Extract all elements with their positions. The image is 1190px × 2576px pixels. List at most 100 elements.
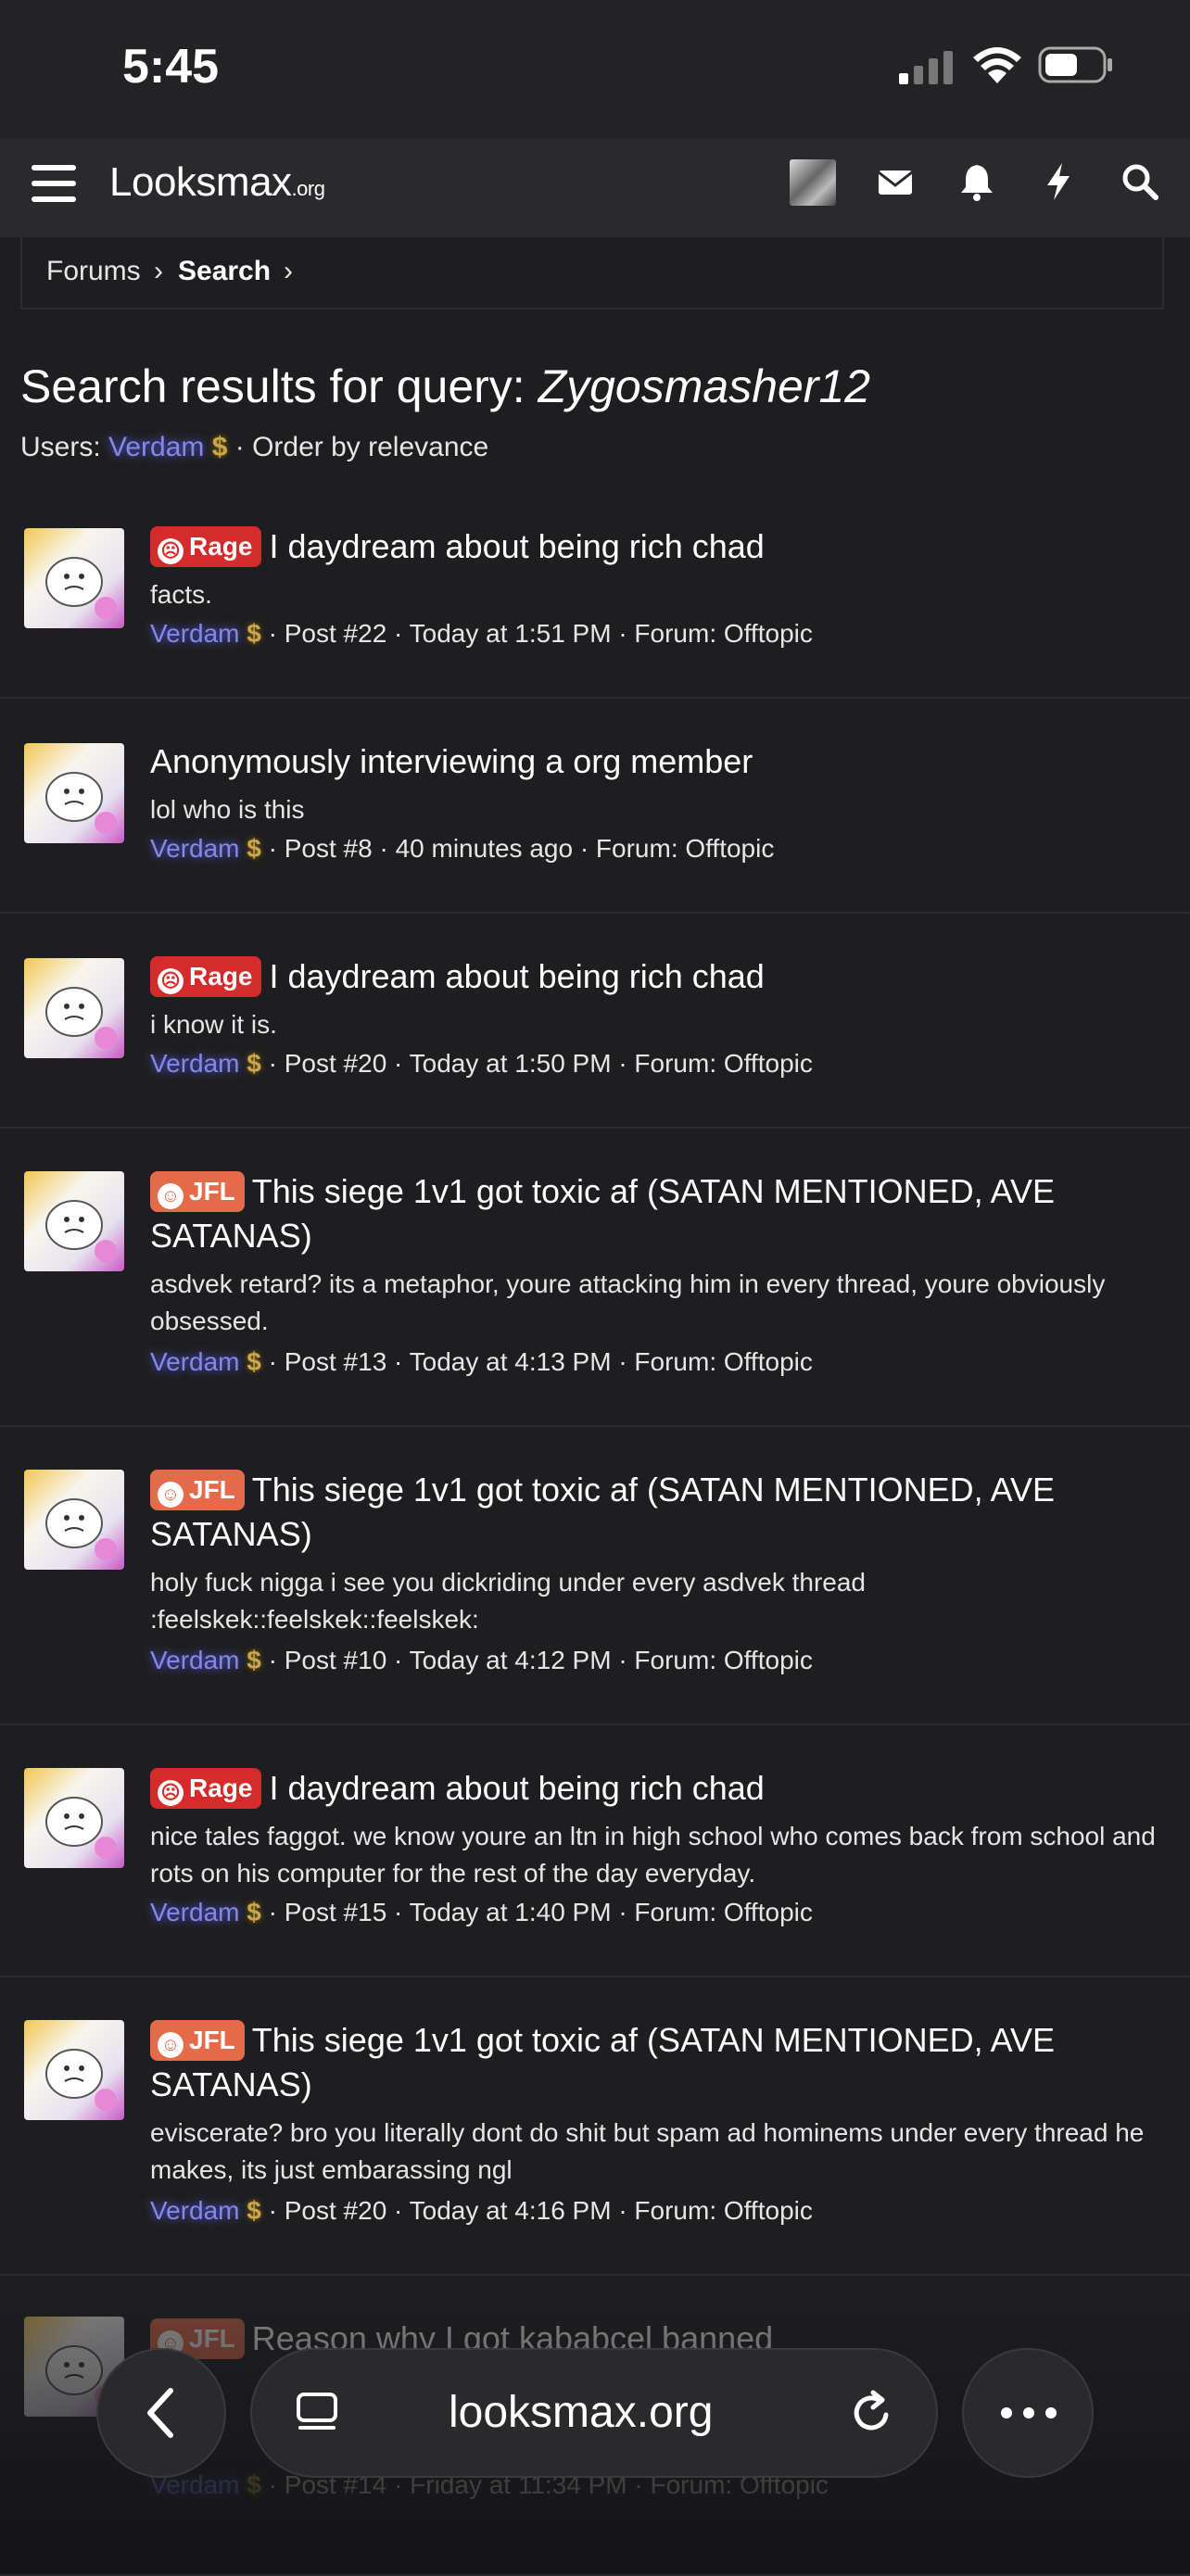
thread-prefix-label: Rage xyxy=(189,532,253,561)
laughing-face-icon: ☺ xyxy=(158,1183,184,1209)
dollar-icon: $ xyxy=(239,1898,261,1926)
result-snippet: i know it is. xyxy=(150,1010,277,1039)
result-title-text: Anonymously interviewing a org member xyxy=(150,742,753,780)
order-label[interactable]: · Order by relevance xyxy=(227,432,488,462)
result-title-text: I daydream about being rich chad xyxy=(269,957,765,995)
result-meta-text: · Post #13 · Today at 4:13 PM · Forum: O… xyxy=(260,1347,813,1376)
bell-icon[interactable] xyxy=(955,159,999,204)
user-avatar[interactable] xyxy=(790,159,836,206)
result-snippet: nice tales faggot. we know youre an ltn … xyxy=(150,1822,1156,1888)
site-logo[interactable]: Looksmax.org xyxy=(109,159,325,206)
search-filters: Users: Verdam $ · Order by relevance xyxy=(20,432,488,463)
dollar-icon: $ xyxy=(239,619,261,648)
thread-prefix-badge[interactable]: ☹ Rage xyxy=(150,1768,262,1809)
result-meta-text: · Post #8 · 40 minutes ago · Forum: Offt… xyxy=(260,834,775,863)
result-snippet: facts. xyxy=(150,580,212,609)
result-avatar[interactable] xyxy=(24,958,124,1058)
result-snippet: asdvek retard? its a metaphor, youre att… xyxy=(150,1269,1106,1335)
result-meta: Verdam $ · Post #10 · Today at 4:12 PM ·… xyxy=(150,1646,1170,1675)
result-username[interactable]: Verdam xyxy=(150,1049,240,1078)
cellular-signal-icon xyxy=(899,51,953,84)
breadcrumb-search[interactable]: Search xyxy=(178,256,271,287)
result-meta-text: · Post #15 · Today at 1:40 PM · Forum: O… xyxy=(260,1898,813,1926)
result-meta: Verdam $ · Post #20 · Today at 1:50 PM ·… xyxy=(150,1049,1170,1079)
thread-prefix-label: Rage xyxy=(189,962,253,991)
result-title[interactable]: ☺ JFL This siege 1v1 got toxic af (SATAN M… xyxy=(150,1468,1170,1557)
result-meta: Verdam $ · Post #13 · Today at 4:13 PM ·… xyxy=(150,1347,1170,1377)
result-avatar[interactable] xyxy=(24,528,124,628)
breadcrumb-forums[interactable]: Forums xyxy=(46,256,141,287)
dollar-icon: $ xyxy=(239,2196,261,2225)
result-meta-text: · Post #20 · Today at 4:16 PM · Forum: O… xyxy=(260,2196,813,2225)
result-meta-text: · Post #20 · Today at 1:50 PM · Forum: O… xyxy=(260,1049,813,1078)
chevron-right-icon: › xyxy=(284,256,293,286)
result-avatar[interactable] xyxy=(24,2020,124,2120)
result-title-text: I daydream about being rich chad xyxy=(269,527,765,565)
dollar-icon: $ xyxy=(239,834,261,863)
result-avatar[interactable] xyxy=(24,1470,124,1570)
result-avatar[interactable] xyxy=(24,1171,124,1271)
result-meta-text: · Post #22 · Today at 1:51 PM · Forum: O… xyxy=(260,619,813,648)
result-username[interactable]: Verdam xyxy=(150,2196,240,2225)
dollar-icon: $ xyxy=(211,432,228,462)
laughing-face-icon: ☺ xyxy=(158,1482,184,1508)
result-title[interactable]: ☺ JFL This siege 1v1 got toxic af (SATAN M… xyxy=(150,1169,1170,1258)
page-title: Search results for query: Zygosmasher12 xyxy=(20,360,870,413)
result-title[interactable]: ☺ JFL This siege 1v1 got toxic af (SATAN M… xyxy=(150,2018,1170,2107)
result-username[interactable]: Verdam xyxy=(150,834,240,863)
search-query: Zygosmasher12 xyxy=(538,360,871,412)
back-button[interactable] xyxy=(96,2348,226,2478)
result-snippet: eviscerate? bro you literally dont do sh… xyxy=(150,2118,1145,2184)
result-username[interactable]: Verdam xyxy=(150,619,240,648)
result-meta: Verdam $ · Post #15 · Today at 1:40 PM ·… xyxy=(150,1898,1170,1927)
mail-icon[interactable] xyxy=(873,159,918,204)
thread-prefix-label: JFL xyxy=(189,1177,235,1206)
logo-tld: .org xyxy=(291,177,325,200)
thread-prefix-badge[interactable]: ☺JFL xyxy=(150,1470,245,1510)
result-snippet: lol who is this xyxy=(150,795,305,824)
angry-face-icon: ☹ xyxy=(158,968,184,994)
result-username[interactable]: Verdam xyxy=(150,1898,240,1926)
url-text[interactable]: looksmax.org xyxy=(449,2387,713,2438)
status-bar: 5:45 xyxy=(0,0,1190,139)
result-title[interactable]: Anonymously interviewing a org member xyxy=(150,739,1170,784)
result-title[interactable]: ☹ Rage I daydream about being rich chad xyxy=(150,954,1170,999)
hamburger-menu-icon[interactable] xyxy=(32,163,76,204)
result-meta: Verdam $ · Post #20 · Today at 4:16 PM ·… xyxy=(150,2196,1170,2226)
chevron-right-icon: › xyxy=(154,256,163,286)
result-meta: Verdam $ · Post #22 · Today at 1:51 PM ·… xyxy=(150,619,1170,649)
tabs-icon[interactable] xyxy=(293,2389,341,2437)
thread-prefix-badge[interactable]: ☹ Rage xyxy=(150,526,262,567)
more-options-button[interactable] xyxy=(962,2348,1094,2478)
back-arrow-icon xyxy=(147,2388,173,2438)
result-username[interactable]: Verdam xyxy=(150,1646,240,1674)
thread-prefix-badge[interactable]: ☹ Rage xyxy=(150,956,262,997)
thread-prefix-badge[interactable]: ☺JFL xyxy=(150,1171,245,1212)
laughing-face-icon: ☺ xyxy=(158,2032,184,2058)
status-time: 5:45 xyxy=(122,40,220,94)
result-username[interactable]: Verdam xyxy=(150,1347,240,1376)
wifi-icon xyxy=(973,47,1021,83)
angry-face-icon: ☹ xyxy=(158,1780,184,1806)
result-avatar[interactable] xyxy=(24,1768,124,1868)
result-title[interactable]: ☹ Rage I daydream about being rich chad xyxy=(150,524,1170,569)
filter-username[interactable]: Verdam xyxy=(108,432,204,462)
angry-face-icon: ☹ xyxy=(158,538,184,564)
result-meta: Verdam $ · Post #8 · 40 minutes ago · Fo… xyxy=(150,834,1170,864)
result-title[interactable]: ☹ Rage I daydream about being rich chad xyxy=(150,1766,1170,1811)
dollar-icon: $ xyxy=(239,1646,261,1674)
thread-prefix-label: JFL xyxy=(189,1475,235,1504)
result-title-text: This siege 1v1 got toxic af (SATAN MENTI… xyxy=(150,2021,1056,2103)
reload-icon[interactable] xyxy=(845,2387,897,2439)
result-avatar[interactable] xyxy=(24,743,124,843)
users-label: Users: xyxy=(20,432,109,462)
dollar-icon: $ xyxy=(239,1049,261,1078)
thread-prefix-badge[interactable]: ☺JFL xyxy=(150,2020,245,2061)
bolt-icon[interactable] xyxy=(1036,159,1081,204)
result-title-text: This siege 1v1 got toxic af (SATAN MENTI… xyxy=(150,1172,1056,1255)
result-snippet: holy fuck nigga i see you dickriding und… xyxy=(150,1568,866,1634)
result-title-text: I daydream about being rich chad xyxy=(269,1769,765,1807)
search-icon[interactable] xyxy=(1118,159,1162,204)
result-meta-text: · Post #10 · Today at 4:12 PM · Forum: O… xyxy=(260,1646,813,1674)
thread-prefix-label: Rage xyxy=(189,1774,253,1802)
